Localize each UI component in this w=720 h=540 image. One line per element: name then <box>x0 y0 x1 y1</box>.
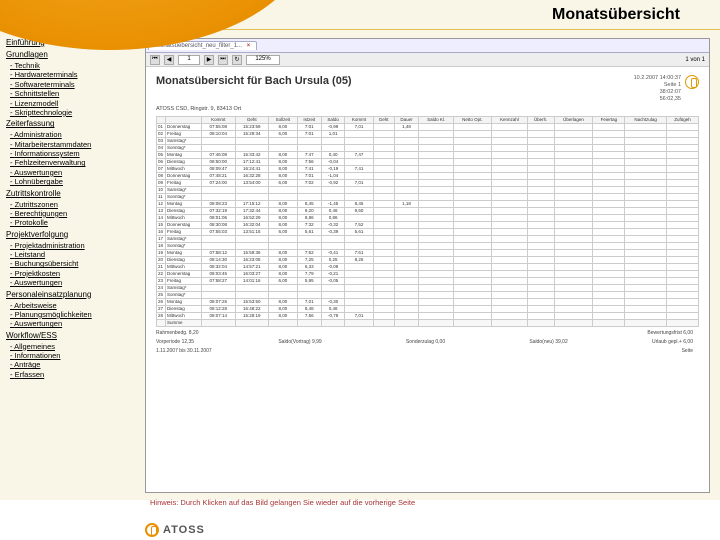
sidebar-item[interactable]: Projektkosten <box>10 269 141 278</box>
sidebar-item[interactable]: Auswertungen <box>10 319 141 328</box>
table-row: 15Donnerstag08:30:0816:32:048,007:32-0,3… <box>157 221 699 228</box>
zoom-select[interactable]: 125% <box>246 55 280 65</box>
sidebar-item[interactable]: Schnittstellen <box>10 89 141 98</box>
brand-name: ATOSS <box>163 524 205 536</box>
sidebar-item[interactable]: Auswertungen <box>10 278 141 287</box>
table-row: 13Dienstag07:32:1917:32:448,009,200,469,… <box>157 207 699 214</box>
date-range: 1.11.2007 bis 30.11.2007 <box>156 348 212 354</box>
page-label: Seite <box>682 348 693 354</box>
sidebar-section[interactable]: Zeiterfassung <box>6 119 141 129</box>
sidebar-item[interactable]: Administration <box>10 130 141 139</box>
sidebar-section[interactable]: Zutrittskontrolle <box>6 189 141 199</box>
table-row: 27Dienstag08:12:2816:48:228,008,480,48 <box>157 305 699 312</box>
sidebar-item[interactable]: Projektadministration <box>10 241 141 250</box>
doc-subtitle: ATOSS CSD, Ringstr. 9, 83413 Ort <box>156 106 699 112</box>
sidebar-item[interactable]: Informationen <box>10 351 141 360</box>
sidebar-section[interactable]: Workflow/ESS <box>6 331 141 341</box>
table-row: 25Sonntag* <box>157 291 699 298</box>
sidebar-item[interactable]: Fehlzeitenverwaltung <box>10 158 141 167</box>
table-row: 02Freitag08:10:0415:29:346,007:011,01 <box>157 130 699 137</box>
table-row: 11Sonntag* <box>157 193 699 200</box>
table-row: 19Montag07:58:1215:59:368,007:62-0,417:6… <box>157 249 699 256</box>
table-row: 07Mittwoch08:09:4716:24:418,007:41-0,197… <box>157 165 699 172</box>
sidebar-item[interactable]: Zutrittszonen <box>10 200 141 209</box>
sidebar-item[interactable]: Skripttechnologie <box>10 108 141 117</box>
sidebar-item[interactable]: Berechtigungen <box>10 209 141 218</box>
table-row: 21Mittwoch08:32:0414:57:218,006,33-0,08 <box>157 263 699 270</box>
tab-bar: Monatsuebersicht_neu_filter_1... × <box>146 39 709 53</box>
summary-row: Summe <box>157 319 699 326</box>
sidebar-item[interactable]: Auswertungen <box>10 168 141 177</box>
table-row: 10Samstag* <box>157 186 699 193</box>
month-table: KommtGehtSollzeitIstzeitSaldoKommtGehtDa… <box>156 116 699 327</box>
first-page-button[interactable]: ⏮ <box>150 55 160 65</box>
footer-row-1: Rahmenbedg. 8,20Bewertungsfrist 6,00 <box>156 330 699 336</box>
table-row: 20Dienstag08:14:3016:23:058,007,250,258,… <box>157 256 699 263</box>
last-page-button[interactable]: ⏭ <box>218 55 228 65</box>
sidebar-item[interactable]: Buchungsübersicht <box>10 259 141 268</box>
toolbar: ⏮ ◀ 1 ▶ ⏭ ↻ 125% 1 von 1 <box>146 53 709 67</box>
sidebar: EinführungGrundlagenTechnikHardwaretermi… <box>6 36 141 379</box>
table-row: 22Donnerstag08:03:4516:03:278,007,79-0,2… <box>157 270 699 277</box>
table-row: 24Samstag* <box>157 284 699 291</box>
sidebar-section[interactable]: Grundlagen <box>6 50 141 60</box>
table-row: 09Freitag07:24:0013:54:006,007:02-0,927,… <box>157 179 699 186</box>
sidebar-item[interactable]: Protokolle <box>10 218 141 227</box>
refresh-button[interactable]: ↻ <box>232 55 242 65</box>
sidebar-item[interactable]: Erfassen <box>10 370 141 379</box>
sidebar-item[interactable]: Mitarbeiterstammdaten <box>10 140 141 149</box>
sidebar-item[interactable]: Allgemeines <box>10 342 141 351</box>
sidebar-item[interactable]: Lohnübergabe <box>10 177 141 186</box>
doc-meta: 10.2.2007 14:00:37Seite 138:02:0756:02,3… <box>634 75 681 104</box>
table-row: 18Sonntag* <box>157 242 699 249</box>
sidebar-item[interactable]: Informationssystem <box>10 149 141 158</box>
sidebar-item[interactable]: Leitstand <box>10 250 141 259</box>
sidebar-item[interactable]: Hardwareterminals <box>10 70 141 79</box>
report-viewer[interactable]: Monatsuebersicht_neu_filter_1... × ⏮ ◀ 1… <box>145 38 710 493</box>
company-logo-icon <box>685 75 699 89</box>
doc-title: Monatsübersicht für Bach Ursula (05) <box>156 75 352 87</box>
table-row: 17Samstag* <box>157 235 699 242</box>
table-row: 14Mittwoch08:01:0616:52:298,008,860,86 <box>157 214 699 221</box>
table-row: 16Freitag07:55:0313:51:156,005,61-0,395,… <box>157 228 699 235</box>
brand-logo-icon <box>145 523 159 537</box>
sidebar-item[interactable]: Technik <box>10 61 141 70</box>
footer-row-3: 1.11.2007 bis 30.11.2007 Seite <box>156 348 699 354</box>
sidebar-item[interactable]: Arbeitsweise <box>10 301 141 310</box>
page-of-label: 1 von 1 <box>685 57 705 63</box>
sidebar-item[interactable]: Lizenzmodell <box>10 99 141 108</box>
close-icon[interactable]: × <box>247 43 251 49</box>
sidebar-section[interactable]: Projektverfolgung <box>6 230 141 240</box>
table-row: 08Donnerstag07:48:2116:32:288,007:01-1,0… <box>157 172 699 179</box>
table-row: 23Freitag07:58:2714:01:166,005,95-0,05 <box>157 277 699 284</box>
brand-footer: ATOSS <box>145 523 205 537</box>
sidebar-item[interactable]: Anträge <box>10 360 141 369</box>
table-row: 04Sonntag* <box>157 144 699 151</box>
prev-page-button[interactable]: ◀ <box>164 55 174 65</box>
table-row: 05Montag07:46:0815:33:428,007:470,407,47 <box>157 151 699 158</box>
report-document: Monatsübersicht für Bach Ursula (05) 10.… <box>146 67 709 492</box>
table-row: 06Dienstag08:50:0017:12:418,007:56-0,04 <box>157 158 699 165</box>
next-page-button[interactable]: ▶ <box>204 55 214 65</box>
sidebar-section[interactable]: Personaleinsatzplanung <box>6 290 141 300</box>
table-row: 01Donnerstag07:55:0815:23:598,007:01-0,9… <box>157 123 699 130</box>
page-input[interactable]: 1 <box>178 55 200 65</box>
footer-row-2: Vorperiode 12,35Saldo(Vortrag) 9,99Sonde… <box>156 339 699 345</box>
hint-text: Hinweis: Durch Klicken auf das Bild gela… <box>150 498 415 507</box>
sidebar-item[interactable]: Planungsmöglichkeiten <box>10 310 141 319</box>
table-row: 03Samstag* <box>157 137 699 144</box>
table-row: 26Montag08:07:2615:53:508,007,01-0,30 <box>157 298 699 305</box>
table-row: 28Mittwoch08:07:1415:28:198,007,56-0,797… <box>157 312 699 319</box>
table-row: 12Montag08:08:2317:15:128,008,45-1,458,4… <box>157 200 699 207</box>
sidebar-item[interactable]: Softwareterminals <box>10 80 141 89</box>
